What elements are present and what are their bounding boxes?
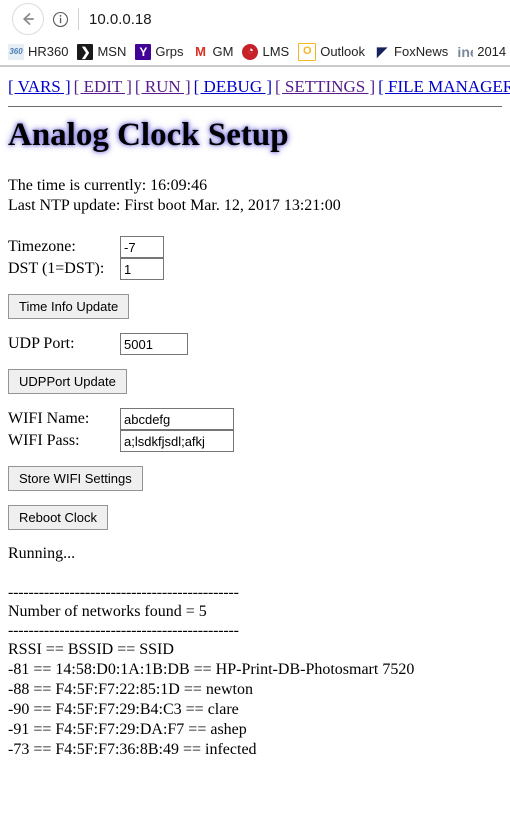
nav-link-settings[interactable]: [ SETTINGS ]: [275, 77, 375, 96]
hr360-icon: 360: [8, 43, 24, 60]
udp-port-label: UDP Port:: [8, 335, 75, 352]
time-info-update-button[interactable]: Time Info Update: [8, 294, 130, 319]
browser-chrome: 10.0.0.18 360 HR360 ❯ MSN Y Grps M GM ◔ …: [0, 0, 510, 67]
info-icon[interactable]: [50, 9, 70, 29]
dst-label: DST (1=DST):: [8, 260, 105, 277]
bookmark-2014-f150[interactable]: business; 2014 F-150: [457, 43, 510, 60]
bookmark-outlook[interactable]: O Outlook: [298, 42, 366, 61]
nav-link-edit[interactable]: [ EDIT ]: [74, 77, 132, 96]
network-count-line: Number of networks found = 5: [8, 603, 207, 620]
timezone-input[interactable]: [120, 236, 164, 258]
bookmark-label: 2014 F-150: [477, 44, 510, 59]
last-ntp-line: Last NTP update: First boot Mar. 12, 201…: [8, 197, 341, 214]
foxnews-icon: ◤: [374, 43, 391, 60]
timezone-row: Timezone:: [8, 236, 502, 258]
url-bar-row: 10.0.0.18: [0, 0, 510, 38]
page-title: Analog Clock Setup: [8, 117, 289, 153]
store-wifi-settings-button[interactable]: Store WIFI Settings: [8, 466, 143, 491]
bookmark-label: LMS: [262, 44, 290, 59]
network-row: -91 == F4:5F:F7:29:DA:F7 == ashep: [8, 721, 247, 738]
bookmark-label: FoxNews: [394, 44, 449, 59]
yahoo-icon: Y: [135, 43, 152, 60]
network-row: -88 == F4:5F:F7:22:85:1D == newton: [8, 681, 253, 698]
msn-icon: ❯: [77, 43, 94, 60]
outlook-icon: O: [298, 42, 317, 61]
bookmark-foxnews[interactable]: ◤ FoxNews: [374, 43, 449, 60]
gmail-icon: M: [192, 43, 209, 60]
dst-input[interactable]: [120, 258, 164, 280]
bookmark-gm[interactable]: M GM: [192, 43, 234, 60]
nav-links: [ VARS ][ EDIT ][ RUN ][ DEBUG ][ SETTIN…: [8, 77, 510, 97]
bookmark-label: Grps: [155, 44, 184, 59]
bookmark-msn[interactable]: ❯ MSN: [77, 43, 127, 60]
bookmark-label: MSN: [97, 44, 127, 59]
nav-link-run[interactable]: [ RUN ]: [135, 77, 191, 96]
network-row: -90 == F4:5F:F7:29:B4:C3 == clare: [8, 701, 239, 718]
network-table-header: RSSI == BSSID == SSID: [8, 641, 174, 658]
bookmark-hr360[interactable]: 360 HR360: [8, 43, 69, 60]
udp-port-update-button[interactable]: UDPPort Update: [8, 369, 127, 394]
scan-separator-bottom: ----------------------------------------…: [8, 622, 239, 639]
wifi-pass-label: WIFI Pass:: [8, 432, 80, 449]
wifi-name-label: WIFI Name:: [8, 410, 90, 427]
bookmark-label: HR360: [28, 44, 69, 59]
bookmarks-bar: 360 HR360 ❯ MSN Y Grps M GM ◔ LMS O Outl…: [0, 38, 510, 66]
wifi-pass-input[interactable]: [120, 430, 234, 452]
nav-link-debug[interactable]: [ DEBUG ]: [194, 77, 272, 96]
status-text: Running...: [8, 545, 76, 562]
nav-link-vars[interactable]: [ VARS ]: [8, 77, 71, 96]
scan-separator-top: ----------------------------------------…: [8, 584, 239, 601]
network-row: -81 == 14:58:D0:1A:1B:DB == HP-Print-DB-…: [8, 661, 415, 678]
bookmark-grps[interactable]: Y Grps: [135, 43, 184, 60]
page-content: [ VARS ][ EDIT ][ RUN ][ DEBUG ][ SETTIN…: [0, 67, 510, 760]
back-arrow-icon[interactable]: [12, 3, 44, 35]
header-divider: [8, 106, 502, 107]
globe-icon: business;: [457, 43, 474, 60]
url-bar-divider: [78, 8, 79, 30]
udp-port-input[interactable]: [120, 333, 188, 355]
wifi-name-row: WIFI Name:: [8, 408, 502, 430]
lms-icon: ◔: [242, 43, 259, 60]
current-time-line: The time is currently: 16:09:46: [8, 177, 208, 194]
udp-port-row: UDP Port:: [8, 333, 502, 355]
bookmark-label: GM: [212, 44, 234, 59]
wifi-name-input[interactable]: [120, 408, 234, 430]
network-row: -73 == F4:5F:F7:36:8B:49 == infected: [8, 741, 257, 758]
bookmark-label: Outlook: [320, 44, 366, 59]
reboot-clock-button[interactable]: Reboot Clock: [8, 505, 109, 530]
dst-row: DST (1=DST):: [8, 258, 502, 280]
wifi-pass-row: WIFI Pass:: [8, 430, 502, 452]
url-input[interactable]: 10.0.0.18: [89, 11, 152, 28]
bookmark-lms[interactable]: ◔ LMS: [242, 43, 290, 60]
nav-link-file-manager[interactable]: [ FILE MANAGER ]: [378, 77, 510, 96]
timezone-label: Timezone:: [8, 238, 76, 255]
